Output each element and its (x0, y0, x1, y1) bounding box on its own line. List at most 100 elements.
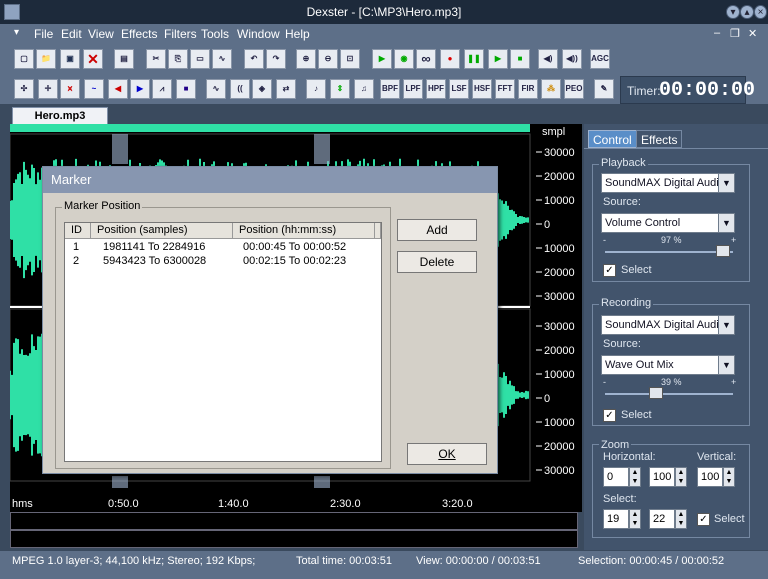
column-header-samples[interactable]: Position (samples) (91, 223, 233, 239)
hpf-button[interactable]: HPF (426, 79, 446, 99)
mix-paste-icon[interactable]: ∿ (212, 49, 232, 69)
equalizer-icon[interactable]: ⁂ (541, 79, 561, 99)
peo-button[interactable]: PEO (564, 79, 584, 99)
menu-edit[interactable]: Edit (61, 27, 82, 41)
tab-effects[interactable]: Effects (636, 130, 683, 148)
close-file-icon[interactable]: ✕ (83, 49, 103, 69)
new-file-icon[interactable]: ▢ (14, 49, 34, 69)
lpf-button[interactable]: LPF (403, 79, 423, 99)
reverb-icon[interactable]: (( (230, 79, 250, 99)
redo-icon[interactable]: ↷ (266, 49, 286, 69)
agc-button[interactable]: AGC (590, 49, 610, 69)
menu-file[interactable]: File (34, 27, 53, 41)
playback-select-checkbox[interactable]: ✓ (603, 264, 616, 277)
zoom-selection-icon[interactable]: ⊡ (340, 49, 360, 69)
spin-buttons-icon[interactable]: ▲ ▼ (675, 509, 687, 529)
trim-icon[interactable]: ✣ (14, 79, 34, 99)
playback-volume-slider[interactable] (715, 245, 730, 257)
flanger-icon[interactable]: ◈ (252, 79, 272, 99)
fft-button[interactable]: FFT (495, 79, 515, 99)
echo-icon[interactable]: ∿ (206, 79, 226, 99)
insert-silence-icon[interactable]: ✛ (38, 79, 58, 99)
menu-help[interactable]: Help (285, 27, 310, 41)
zoom-out-icon[interactable]: ⊖ (318, 49, 338, 69)
mdi-restore-icon[interactable]: ❐ (730, 27, 740, 40)
close-icon[interactable]: × (754, 5, 767, 19)
recording-volume-slider[interactable] (649, 387, 664, 399)
overview-strip[interactable] (10, 512, 578, 548)
hsf-button[interactable]: HSF (472, 79, 492, 99)
select-end-input[interactable]: 22 (649, 509, 675, 529)
minimize-icon[interactable]: ▾ (726, 5, 740, 19)
recording-device-select[interactable]: SoundMAX Digital Audio ▼ (601, 315, 735, 335)
fir-button[interactable]: FIR (518, 79, 538, 99)
marker-list[interactable]: ID Position (samples) Position (hh:mm:ss… (64, 222, 382, 462)
record-icon[interactable]: ● (440, 49, 460, 69)
spin-buttons-icon[interactable]: ▲ ▼ (629, 467, 641, 487)
marker-1-handle[interactable] (112, 134, 128, 164)
menu-filters[interactable]: Filters (164, 27, 197, 41)
playback-device-select[interactable]: SoundMAX Digital Audio ▼ (601, 173, 735, 193)
zoom-in-icon[interactable]: ⊕ (296, 49, 316, 69)
marker-2-handle-bottom[interactable] (314, 476, 330, 488)
app-icon[interactable] (4, 4, 20, 20)
note-icon[interactable]: ♫ (354, 79, 374, 99)
horizontal-zoom-input[interactable]: 100 (649, 467, 675, 487)
open-folder-icon[interactable]: 📁 (36, 49, 56, 69)
ok-button[interactable]: OK (407, 443, 487, 465)
menu-window[interactable]: Window (237, 27, 280, 41)
play-icon[interactable]: ▶ (372, 49, 392, 69)
properties-icon[interactable]: ▤ (114, 49, 134, 69)
lsf-button[interactable]: LSF (449, 79, 469, 99)
amplify-icon[interactable]: ◀ (108, 79, 128, 99)
stop-icon[interactable]: ■ (510, 49, 530, 69)
add-button[interactable]: Add (397, 219, 477, 241)
volume-up-icon[interactable]: ◀)) (562, 49, 582, 69)
play-selection-icon[interactable]: ◉ (394, 49, 414, 69)
save-icon[interactable]: ▣ (60, 49, 80, 69)
normalize-icon[interactable]: ▶ (130, 79, 150, 99)
pitch-icon[interactable]: ♪ (306, 79, 326, 99)
marker-edit-icon[interactable]: ✎ (594, 79, 614, 99)
swap-channels-icon[interactable]: ⇄ (276, 79, 296, 99)
table-row[interactable]: 1 1981141 To 2284916 00:00:45 To 00:00:5… (65, 241, 381, 255)
mdi-close-icon[interactable]: ✕ (748, 27, 757, 40)
copy-icon[interactable]: ⎘ (168, 49, 188, 69)
fade-icon[interactable]: ~ (84, 79, 104, 99)
menu-tools[interactable]: Tools (201, 27, 229, 41)
delete-button[interactable]: Delete (397, 251, 477, 273)
document-tab[interactable]: Hero.mp3 (12, 107, 108, 124)
mdi-minimize-icon[interactable]: – (714, 27, 720, 39)
recording-source-select[interactable]: Wave Out Mix ▼ (601, 355, 735, 375)
paste-icon[interactable]: ▭ (190, 49, 210, 69)
spin-buttons-icon[interactable]: ▲ ▼ (675, 467, 687, 487)
play-to-end-icon[interactable]: ▶ (488, 49, 508, 69)
loop-icon[interactable]: ∞ (416, 49, 436, 69)
horizontal-zoom-min-input[interactable]: 0 (603, 467, 629, 487)
undo-icon[interactable]: ↶ (244, 49, 264, 69)
noise-icon[interactable]: ⩙ (60, 79, 80, 99)
bpf-button[interactable]: BPF (380, 79, 400, 99)
vertical-zoom-input[interactable]: 100 (697, 467, 723, 487)
tab-control[interactable]: Control (588, 130, 637, 148)
playback-source-select[interactable]: Volume Control ▼ (601, 213, 735, 233)
zoom-select-checkbox[interactable]: ✓ (697, 513, 710, 526)
tempo-icon[interactable]: ⇕ (330, 79, 350, 99)
menu-view[interactable]: View (88, 27, 114, 41)
cut-icon[interactable]: ✂ (146, 49, 166, 69)
spin-buttons-icon[interactable]: ▲ ▼ (629, 509, 641, 529)
reverse-icon[interactable]: ⩘ (152, 79, 172, 99)
column-header-time[interactable]: Position (hh:mm:ss) (233, 223, 375, 239)
volume-down-icon[interactable]: ◀) (538, 49, 558, 69)
menu-effects[interactable]: Effects (121, 27, 157, 41)
select-start-input[interactable]: 19 (603, 509, 629, 529)
spin-buttons-icon[interactable]: ▲ ▼ (723, 467, 735, 487)
marker-1-handle-bottom[interactable] (112, 476, 128, 488)
doc-menu-icon[interactable]: ▾ (14, 27, 19, 38)
dialog-title-bar[interactable]: Marker (43, 167, 497, 193)
marker-2-handle[interactable] (314, 134, 330, 164)
table-row[interactable]: 2 5943423 To 6300028 00:02:15 To 00:02:2… (65, 255, 381, 269)
recording-select-checkbox[interactable]: ✓ (603, 409, 616, 422)
column-header-id[interactable]: ID (65, 223, 91, 239)
invert-icon[interactable]: ■ (176, 79, 196, 99)
